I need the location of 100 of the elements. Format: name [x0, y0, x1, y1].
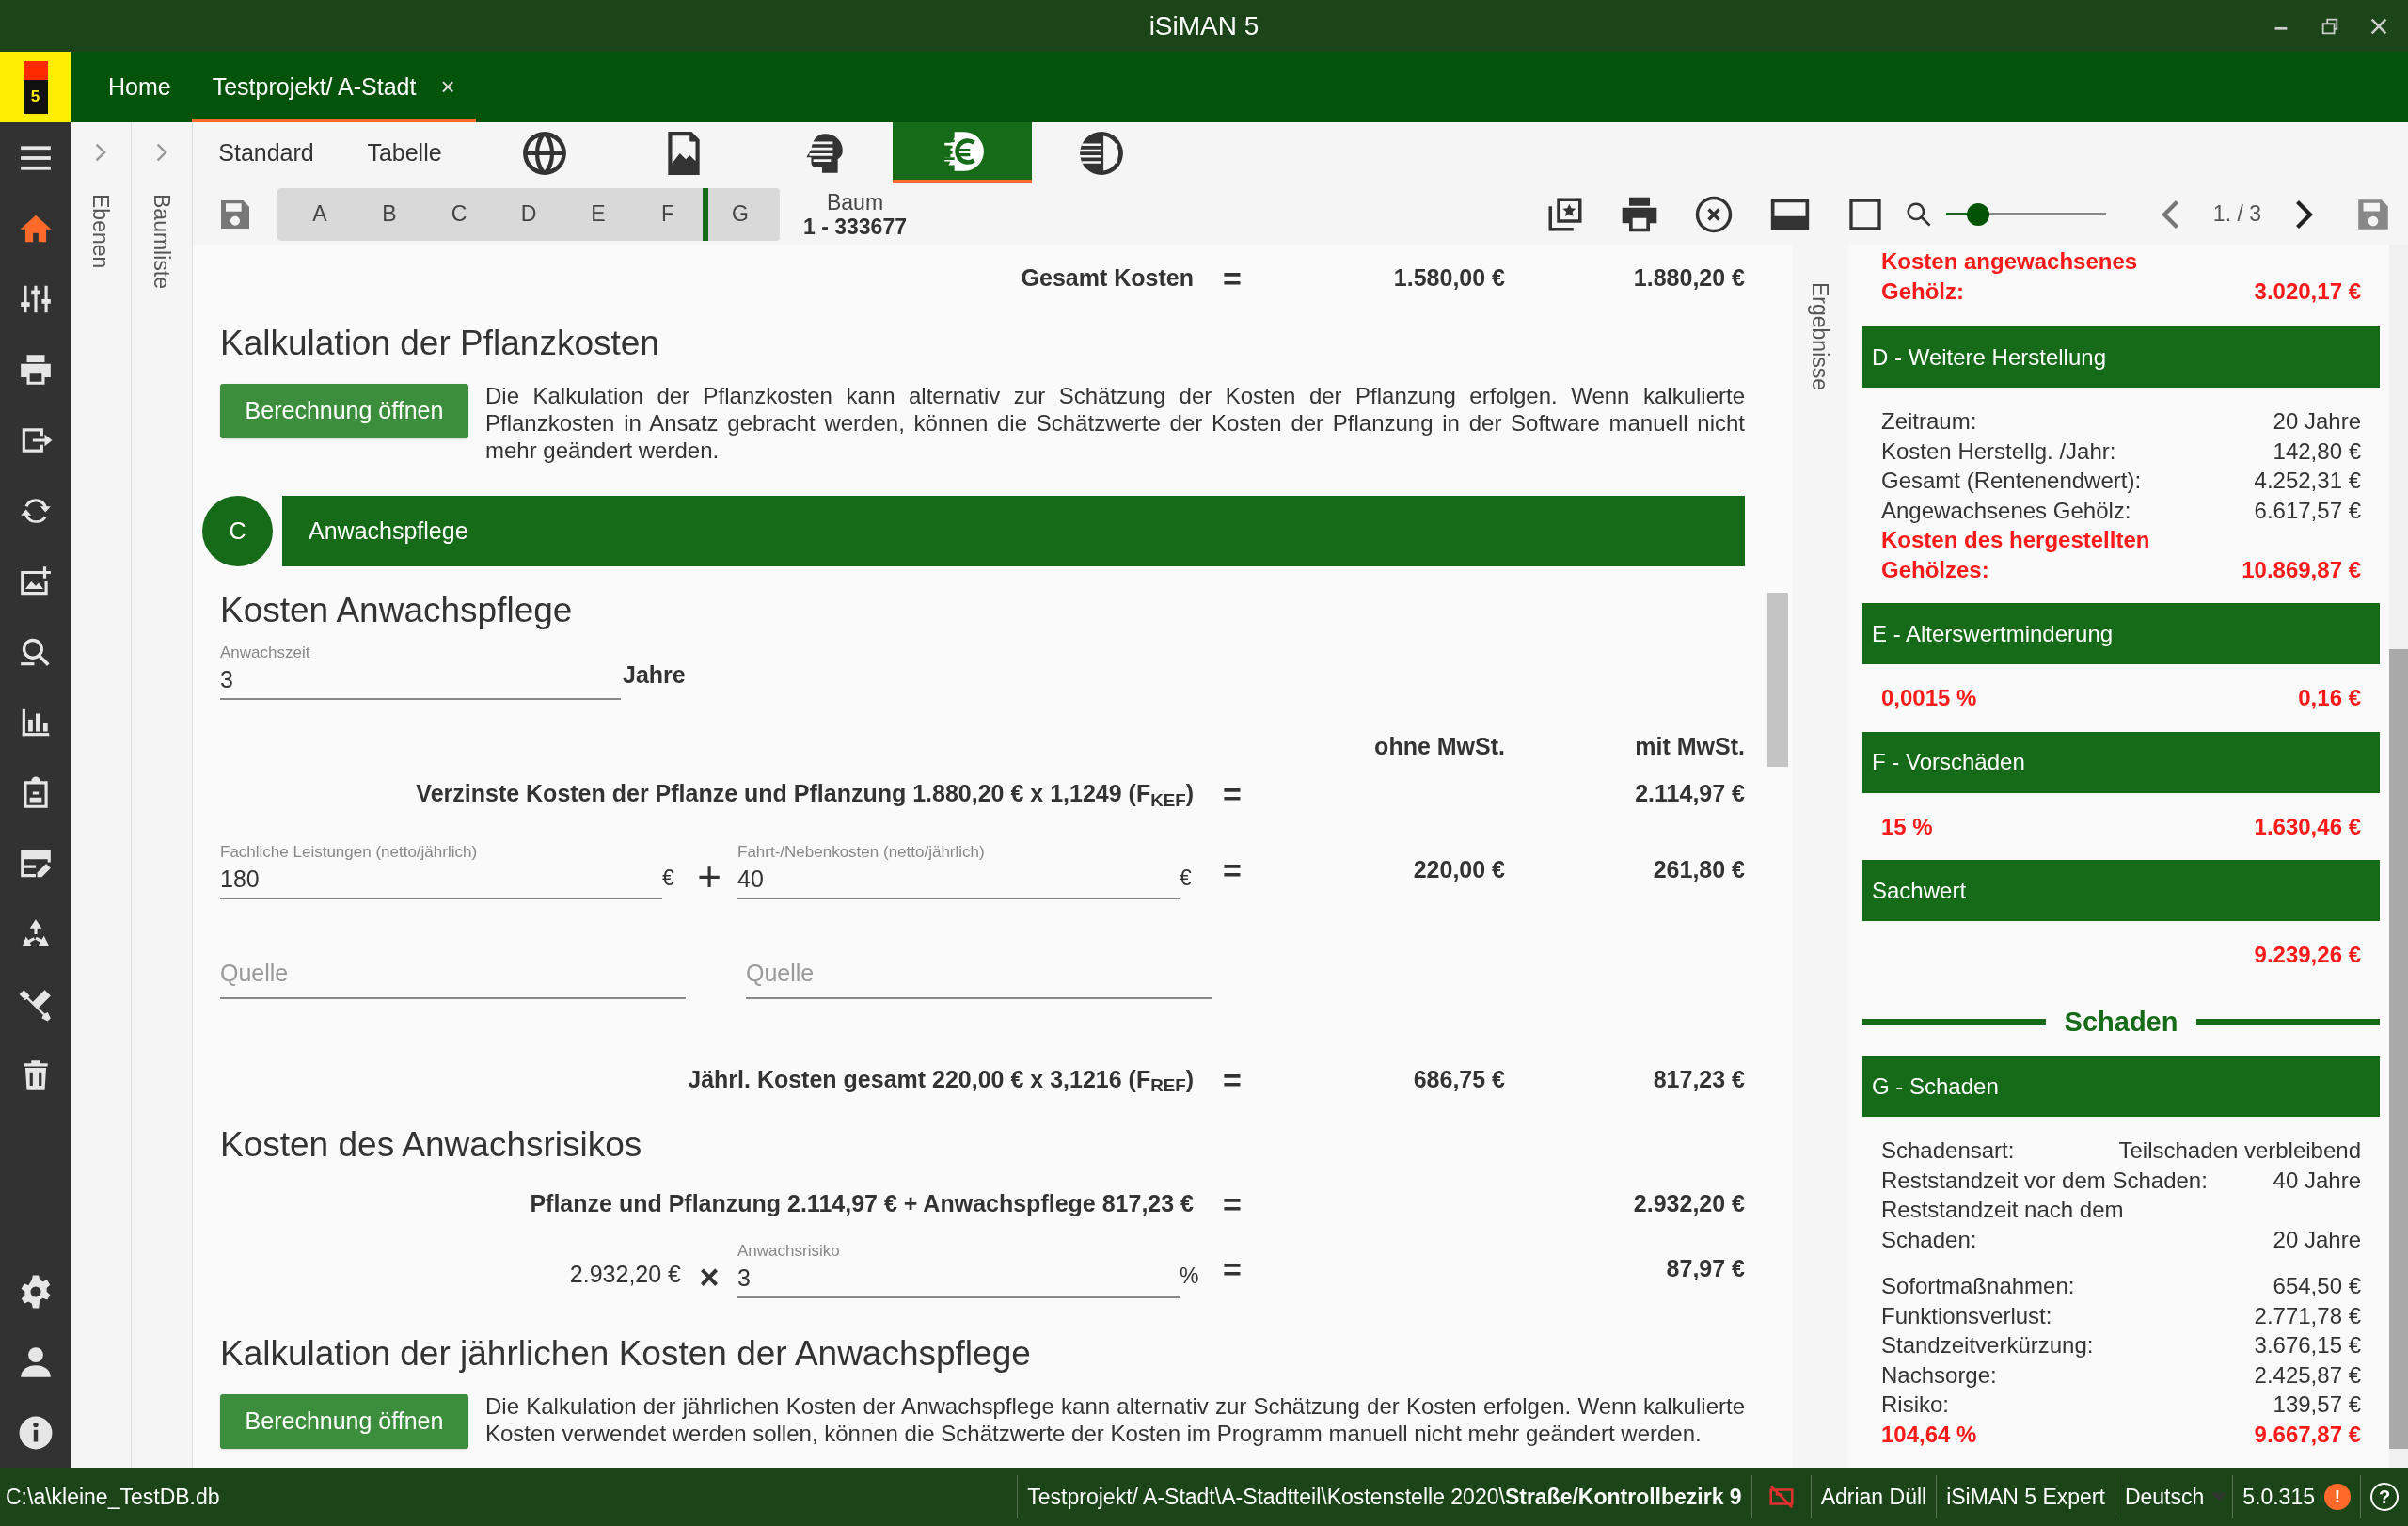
- view-tab[interactable]: [893, 122, 1032, 183]
- database-path: C:\a\kleine_TestDB.db: [5, 1483, 220, 1511]
- description-text: Die Kalkulation der jährlichen Kosten der Anwachspflege kann alternativ zur Schätzung der Kosten erfolgen. Wenn kalkulierte Kosten verwendet werden sollen, können die Schätzwerte der Kosten im Programm manuell nicht mehr geändert werden.: [485, 1391, 1745, 1447]
- input-field[interactable]: Anwachsrisiko 3: [737, 1239, 1180, 1298]
- result-label: Standzeitverkürzung:: [1881, 1331, 2094, 1359]
- equals-sign: =: [1223, 778, 1242, 810]
- section-tab[interactable]: B: [355, 187, 424, 241]
- result-header: F - Vorschäden: [1862, 731, 2380, 793]
- slider-thumb[interactable]: [1966, 202, 1989, 226]
- tree-id: 1 - 333677: [803, 214, 907, 239]
- result-value: 20 Jahre: [2273, 407, 2361, 436]
- section-tab[interactable]: E: [563, 187, 633, 241]
- result-value: 40 Jahre: [2273, 1166, 2361, 1195]
- result-label: 104,64 %: [1881, 1420, 1977, 1449]
- result-label: Kosten Herstellg. /Jahr:: [1881, 437, 2116, 466]
- open-calculation-button[interactable]: Berechnung öffnen: [220, 384, 468, 438]
- result-value: 139,57 €: [2273, 1391, 2361, 1419]
- gross-value: 1.880,20 €: [1633, 264, 1745, 292]
- help-button[interactable]: ?: [2370, 1483, 2399, 1511]
- equals-sign: =: [1223, 1252, 1242, 1285]
- times-sign: ×: [698, 1258, 721, 1298]
- result-value: 142,80 €: [2273, 437, 2361, 466]
- net-value: 1.580,00 €: [1393, 264, 1505, 292]
- view-tab[interactable]: Tabelle: [334, 122, 475, 183]
- gross-value: 817,23 €: [1653, 1065, 1745, 1092]
- result-label: Funktionsverlust:: [1881, 1301, 2052, 1330]
- section-heading: Kosten des Anwachsrisikos: [220, 1123, 643, 1166]
- section-bar: Anwachspflege: [282, 496, 1745, 566]
- net-value: 220,00 €: [1413, 856, 1505, 883]
- formula-text: Verzinste Kosten der Pflanze und Pflanzung 1.880,20 € x 1,1249 (F$_{KEF}$): [415, 779, 1195, 812]
- result-value: 9.667,87 €: [2254, 1420, 2361, 1449]
- result-label: Zeitraum:: [1881, 407, 1977, 436]
- column-header: ohne MwSt.: [1373, 732, 1505, 762]
- result-label: Kosten angewachsenes Gehölz:: [1881, 247, 2138, 306]
- result-value: 3.020,17 €: [2254, 277, 2361, 306]
- result-value: 9.239,26 €: [2254, 941, 2361, 969]
- result-value: 0,16 €: [2298, 684, 2361, 712]
- result-label: Sofortmaßnahmen:: [1881, 1272, 2075, 1300]
- result-label: 15 %: [1881, 812, 1933, 841]
- section-tab[interactable]: F: [633, 187, 703, 241]
- result-label: Gesamt (Rentenendwert):: [1881, 467, 2142, 495]
- equals-sign: =: [1223, 262, 1242, 294]
- edition-label: iSiMAN 5 Expert: [1945, 1483, 2106, 1511]
- result-value: Teilschaden verbleibend: [2118, 1137, 2361, 1165]
- tab[interactable]: Home: [87, 52, 192, 122]
- input-field[interactable]: Fahrt-/Nebenkosten (netto/jährlich) 40: [737, 841, 1180, 899]
- equals-sign: =: [1223, 1063, 1242, 1096]
- result-value: 2.771,78 €: [2254, 1301, 2361, 1330]
- close-tab-button[interactable]: ×: [440, 69, 455, 105]
- input-field[interactable]: Fachliche Leistungen (netto/jährlich) 180: [220, 841, 662, 899]
- section-heading: Kalkulation der jährlichen Kosten der Anwachspflege: [220, 1332, 1032, 1375]
- result-value: 654,50 €: [2273, 1272, 2361, 1300]
- tree-label: Baum: [826, 189, 884, 215]
- description-text: Die Kalkulation der Pflanzkosten kann alternativ zur Schätzung der Kosten der Pflanzung erfolgen. Wenn kalkulierte Pflanzkosten in Ansatz gebracht werden, können die Schätzwerte der Kosten der Pflanzung in der Software manuell nicht mehr geändert werden.: [485, 382, 1745, 464]
- result-header: Sachwert: [1862, 860, 2380, 921]
- result-header: D - Weitere Herstellung: [1862, 326, 2380, 388]
- result-value: 2.425,87 €: [2254, 1360, 2361, 1390]
- gross-value: 2.932,20 €: [1633, 1189, 1745, 1216]
- result-value: 10.869,87 €: [2242, 555, 2361, 584]
- section-tab[interactable]: C: [424, 187, 494, 241]
- logo: 5: [0, 52, 71, 122]
- result-value: 20 Jahre: [2273, 1225, 2361, 1254]
- language-dropdown[interactable]: Deutsch: [2115, 1480, 2233, 1514]
- info-icon[interactable]: [17, 1414, 54, 1451]
- section-tab[interactable]: A: [285, 187, 355, 241]
- result-label: Risiko:: [1881, 1391, 1949, 1419]
- unit-label: €: [1180, 864, 1193, 892]
- equals-sign: =: [1223, 854, 1242, 886]
- result-label: Angewachsenes Gehölz:: [1881, 496, 2131, 525]
- result-label: Nachsorge:: [1881, 1360, 1997, 1390]
- section-tab[interactable]: D: [494, 187, 563, 241]
- gross-value: 87,97 €: [1666, 1254, 1745, 1281]
- result-label: Reststandzeit nach dem Schaden:: [1881, 1196, 2124, 1254]
- scrollbar[interactable]: [2389, 245, 2408, 1468]
- plus-sign: +: [696, 854, 722, 899]
- window-title: iSiMAN 5: [1149, 9, 1259, 42]
- divider-title: Schaden: [2064, 1005, 2178, 1039]
- panel-label[interactable]: Ebenen: [84, 194, 118, 269]
- user-name: Adrian Düll: [1819, 1483, 1928, 1511]
- page-indicator: 1. / 3: [2212, 200, 2261, 229]
- caret-icon: [2211, 1493, 2227, 1501]
- section-heading: Kalkulation der Pflanzkosten: [220, 323, 660, 364]
- view-tab[interactable]: Standard: [193, 122, 334, 183]
- panel-label[interactable]: Baumliste: [145, 194, 179, 289]
- unit-label: €: [662, 864, 675, 892]
- section-badge: C: [202, 496, 273, 566]
- open-calculation-button[interactable]: Berechnung öffnen: [220, 1393, 468, 1449]
- formula-text: Gesamt Kosten: [1020, 263, 1195, 294]
- input-field[interactable]: Anwachszeit 3: [220, 642, 621, 700]
- globe-icon: [521, 129, 568, 177]
- rings-icon: [1078, 129, 1125, 177]
- result-label: Reststandzeit vor dem Schaden:: [1881, 1166, 2208, 1195]
- result-label: Schadensart:: [1881, 1137, 2015, 1165]
- equals-sign: =: [1223, 1187, 1242, 1220]
- unit-label: %: [1180, 1263, 1198, 1290]
- gross-value: 261,80 €: [1653, 856, 1745, 883]
- location-path: Testprojekt/ A-Stadt\A-Stadtteil\Kostenstelle 2020\Straße/Kontrollbezirk 9: [1026, 1483, 1743, 1511]
- result-label: Kosten des hergestellten Gehölzes:: [1881, 526, 2150, 584]
- net-value: 686,75 €: [1413, 1065, 1505, 1092]
- section-heading: Kosten Anwachspflege: [220, 590, 574, 631]
